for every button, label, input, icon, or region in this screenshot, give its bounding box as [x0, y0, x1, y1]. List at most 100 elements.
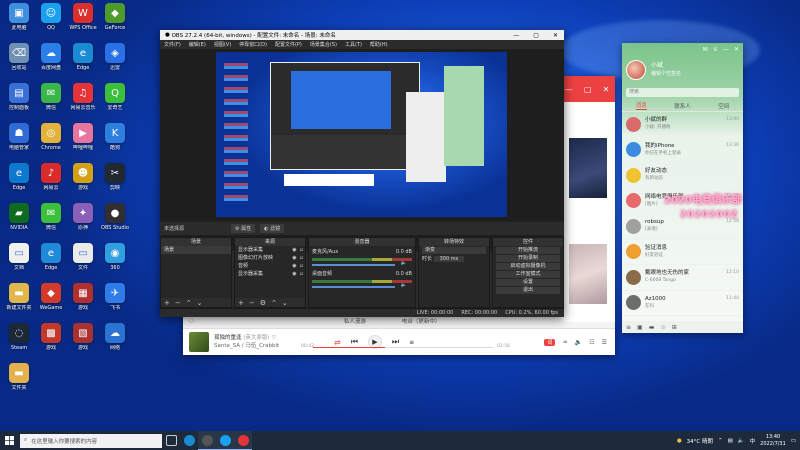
desktop-icon[interactable]: ✂ 剪映 [98, 163, 132, 203]
remove-icon[interactable]: − [175, 299, 181, 307]
desktop-icon[interactable]: ◎ Chrome [34, 123, 68, 163]
tab-contacts[interactable]: 联系人 [674, 102, 691, 110]
tab-radio[interactable]: 电台（更新中） [402, 317, 441, 325]
desktop-icon[interactable]: ☻ 游戏 [66, 163, 100, 203]
eye-icon[interactable]: ◉ [292, 254, 296, 262]
next-icon[interactable]: ⏭ [392, 337, 399, 347]
obs-menu-item[interactable]: 编辑(E) [189, 41, 206, 48]
volume-slider[interactable]: 🔈 [312, 282, 407, 288]
maximize-icon[interactable]: ▢ [533, 32, 539, 39]
tab-private-roam[interactable]: 私人漫游 [344, 317, 366, 325]
desktop-icon[interactable]: ▶ 哔哩哔哩 [66, 123, 100, 163]
desktop-icon[interactable]: ✈ 飞书 [98, 283, 132, 323]
obs-menu-item[interactable]: 工具(T) [345, 41, 362, 48]
volume-icon[interactable]: 🔈 [575, 339, 582, 346]
notification-icon[interactable]: ▭ [791, 438, 796, 444]
menu-icon[interactable]: ≡ [626, 324, 631, 331]
qq-username[interactable]: 小斌 [651, 61, 681, 70]
tab-space[interactable]: 空间 [718, 102, 729, 110]
up-icon[interactable]: ⌃ [186, 299, 192, 307]
star-icon[interactable]: ☆ [660, 324, 665, 331]
down-icon[interactable]: ⌄ [197, 299, 203, 307]
desktop-icon[interactable]: Q 爱奇艺 [98, 83, 132, 123]
up-icon[interactable]: ⌃ [271, 299, 277, 307]
sound-effect-icon[interactable]: ♒ [562, 339, 567, 346]
mail-icon[interactable]: ✉ [703, 46, 708, 53]
obs-preview[interactable]: 未选择源 ⚙ 属性 ◐ 滤镜 [160, 49, 564, 251]
filters-button[interactable]: ◐ 滤镜 [260, 224, 285, 233]
ime-icon[interactable]: 中 [750, 437, 756, 445]
properties-button[interactable]: ⚙ 属性 [231, 224, 256, 233]
desktop-icon[interactable]: ◉ 360 [98, 243, 132, 283]
album-art[interactable] [189, 332, 209, 352]
lock-icon[interactable]: ▫ [300, 270, 303, 278]
transition-select[interactable]: 渐变 [422, 247, 486, 254]
lock-icon[interactable]: ▫ [300, 246, 303, 254]
obs-menu-item[interactable]: 文件(F) [164, 41, 181, 48]
desktop-icon[interactable]: ♪ 网易云 [34, 163, 68, 203]
qq-chat-item[interactable]: 验证消息 好友验证 [622, 240, 743, 265]
qq-chat-item[interactable]: 戴眼地也无伤的家 C-6008 Tango 12:10 [622, 265, 743, 291]
clock[interactable]: 13:40 2022/7/31 [760, 434, 786, 447]
obs-menu-item[interactable]: 帮助(H) [370, 41, 388, 48]
desktop-icon[interactable]: ▰ NVIDIA [2, 203, 36, 243]
qq-signature[interactable]: 编辑个性签名 [651, 70, 681, 79]
shirt-icon[interactable]: ♕ [713, 46, 718, 53]
desktop-icon[interactable]: W WPS Office [66, 3, 100, 43]
obs-window[interactable]: ● OBS 27.2.4 (64-bit, windows) - 配置文件: 未… [160, 30, 564, 317]
previous-icon[interactable]: ⏮ [351, 337, 358, 347]
qq-chat-item[interactable]: 我的iPhone 你已在手机上登录 13:36 [622, 138, 743, 163]
add-icon[interactable]: + [238, 299, 244, 307]
desktop-icon[interactable]: ♫ 网易云音乐 [66, 83, 100, 123]
song-artist[interactable]: Santa_SA / 马伍_Crabbit [214, 342, 304, 350]
obs-menu-item[interactable]: 配置文件(P) [275, 41, 302, 48]
desktop-icon[interactable]: ⌫ 回收站 [2, 43, 36, 83]
heart-icon[interactable]: ♡ [271, 335, 276, 341]
volume-icon[interactable]: 🔈 [401, 282, 407, 288]
desktop-icon[interactable]: ● OBS Studio [98, 203, 132, 243]
desktop-icon[interactable]: ▬ 文件夹 [2, 363, 36, 403]
minimize-icon[interactable]: — [723, 46, 729, 53]
volume-icon[interactable]: 🔈 [738, 438, 745, 444]
desktop-icon[interactable]: ◈ 迅雷 [98, 43, 132, 83]
obs-menu-item[interactable]: 场景集合(S) [310, 41, 337, 48]
minimize-icon[interactable]: — [565, 85, 573, 94]
app-icon[interactable]: ▣ [637, 324, 643, 331]
qq-main-panel[interactable]: ✉ ♕ — ✕ 小斌 编辑个性签名 搜索 消息 联系人 空间 小斌的群 小斌: 开… [622, 43, 743, 333]
close-icon[interactable]: ✕ [553, 32, 558, 39]
avatar[interactable] [626, 60, 646, 80]
taskbar-netease-music-icon[interactable] [234, 431, 252, 450]
volume-slider[interactable]: 🔈 [312, 260, 407, 266]
taskbar-search-input[interactable]: ⌕ 在这里输入你要搜索的内容 [20, 433, 162, 448]
obs-control-button[interactable]: 开始录制 [496, 255, 560, 262]
playlist-cover[interactable] [569, 138, 607, 198]
taskbar-edge-icon[interactable] [180, 431, 198, 450]
playlist-cover[interactable] [569, 244, 607, 304]
obs-control-button[interactable]: 开始推流 [496, 247, 560, 254]
queue-icon[interactable]: ☰ [602, 339, 607, 346]
lock-icon[interactable]: ▫ [300, 262, 303, 270]
desktop-icon[interactable]: ▭ 文件 [66, 243, 100, 283]
taskbar-qq-icon[interactable] [216, 431, 234, 450]
tray-chevron-icon[interactable]: ⌃ [718, 438, 723, 444]
minimize-icon[interactable]: — [513, 32, 519, 39]
desktop-icon[interactable]: ◆ GeForce [98, 3, 132, 43]
close-icon[interactable]: ✕ [603, 85, 610, 94]
folder-icon[interactable]: ▬ [649, 324, 655, 331]
duration-input[interactable]: 300 ms [433, 256, 465, 262]
progress-track[interactable] [313, 347, 493, 348]
desktop-icon[interactable]: ☗ 电脑管家 [2, 123, 36, 163]
desktop-icon[interactable]: ✉ 微信 [34, 203, 68, 243]
volume-icon[interactable]: 🔈 [401, 260, 407, 266]
desktop-icon[interactable]: ☺ QQ [34, 3, 68, 43]
lock-icon[interactable]: ▫ [300, 254, 303, 262]
tab-messages[interactable]: 消息 [635, 101, 647, 110]
desktop-icon[interactable]: e Edge [66, 43, 100, 83]
desktop-icon[interactable]: e Edge [2, 163, 36, 203]
remove-icon[interactable]: − [249, 299, 255, 307]
scene-item[interactable]: 场景 [161, 246, 231, 254]
down-icon[interactable]: ⌄ [282, 299, 288, 307]
maximize-icon[interactable]: ▢ [584, 85, 592, 94]
desktop-icon[interactable]: ▩ 游戏 [34, 323, 68, 363]
song-title[interactable]: 孤独的重逢 [214, 335, 242, 341]
